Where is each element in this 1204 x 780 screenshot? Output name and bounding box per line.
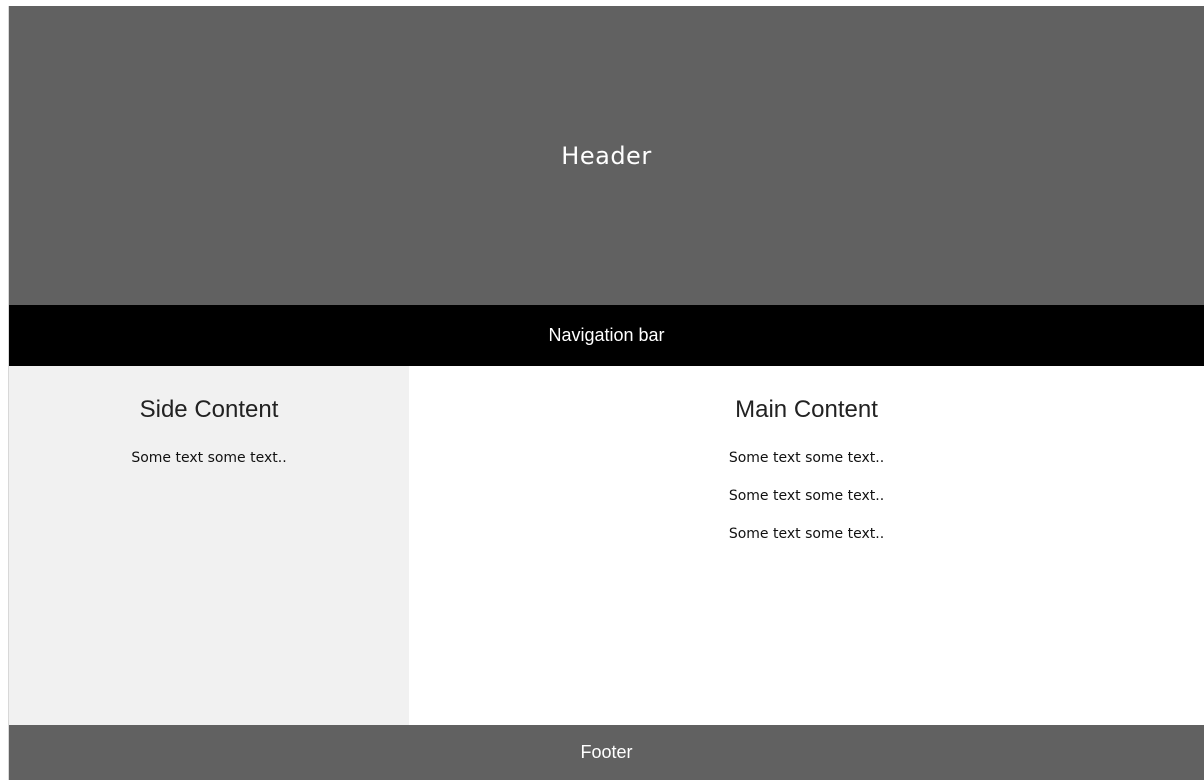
side-content-text: Some text some text..	[131, 450, 287, 466]
main-content-title: Main Content	[735, 396, 878, 423]
header: Header	[9, 6, 1204, 305]
main-content-text: Some text some text..	[728, 450, 885, 466]
main-content-text: Some text some text..	[728, 488, 885, 504]
header-title: Header	[561, 141, 652, 170]
navigation-bar-label: Navigation bar	[548, 325, 665, 345]
page: Header Navigation bar Side Content Some …	[8, 6, 1204, 780]
main-content-text: Some text some text..	[728, 526, 885, 542]
main-content: Main Content Some text some text.. Some …	[409, 366, 1204, 725]
side-content: Side Content Some text some text..	[9, 366, 409, 725]
side-content-title: Side Content	[139, 396, 279, 423]
footer: Footer	[9, 725, 1204, 780]
navigation-bar[interactable]: Navigation bar	[9, 305, 1204, 366]
content-row: Side Content Some text some text.. Main …	[9, 366, 1204, 725]
footer-label: Footer	[580, 742, 633, 762]
